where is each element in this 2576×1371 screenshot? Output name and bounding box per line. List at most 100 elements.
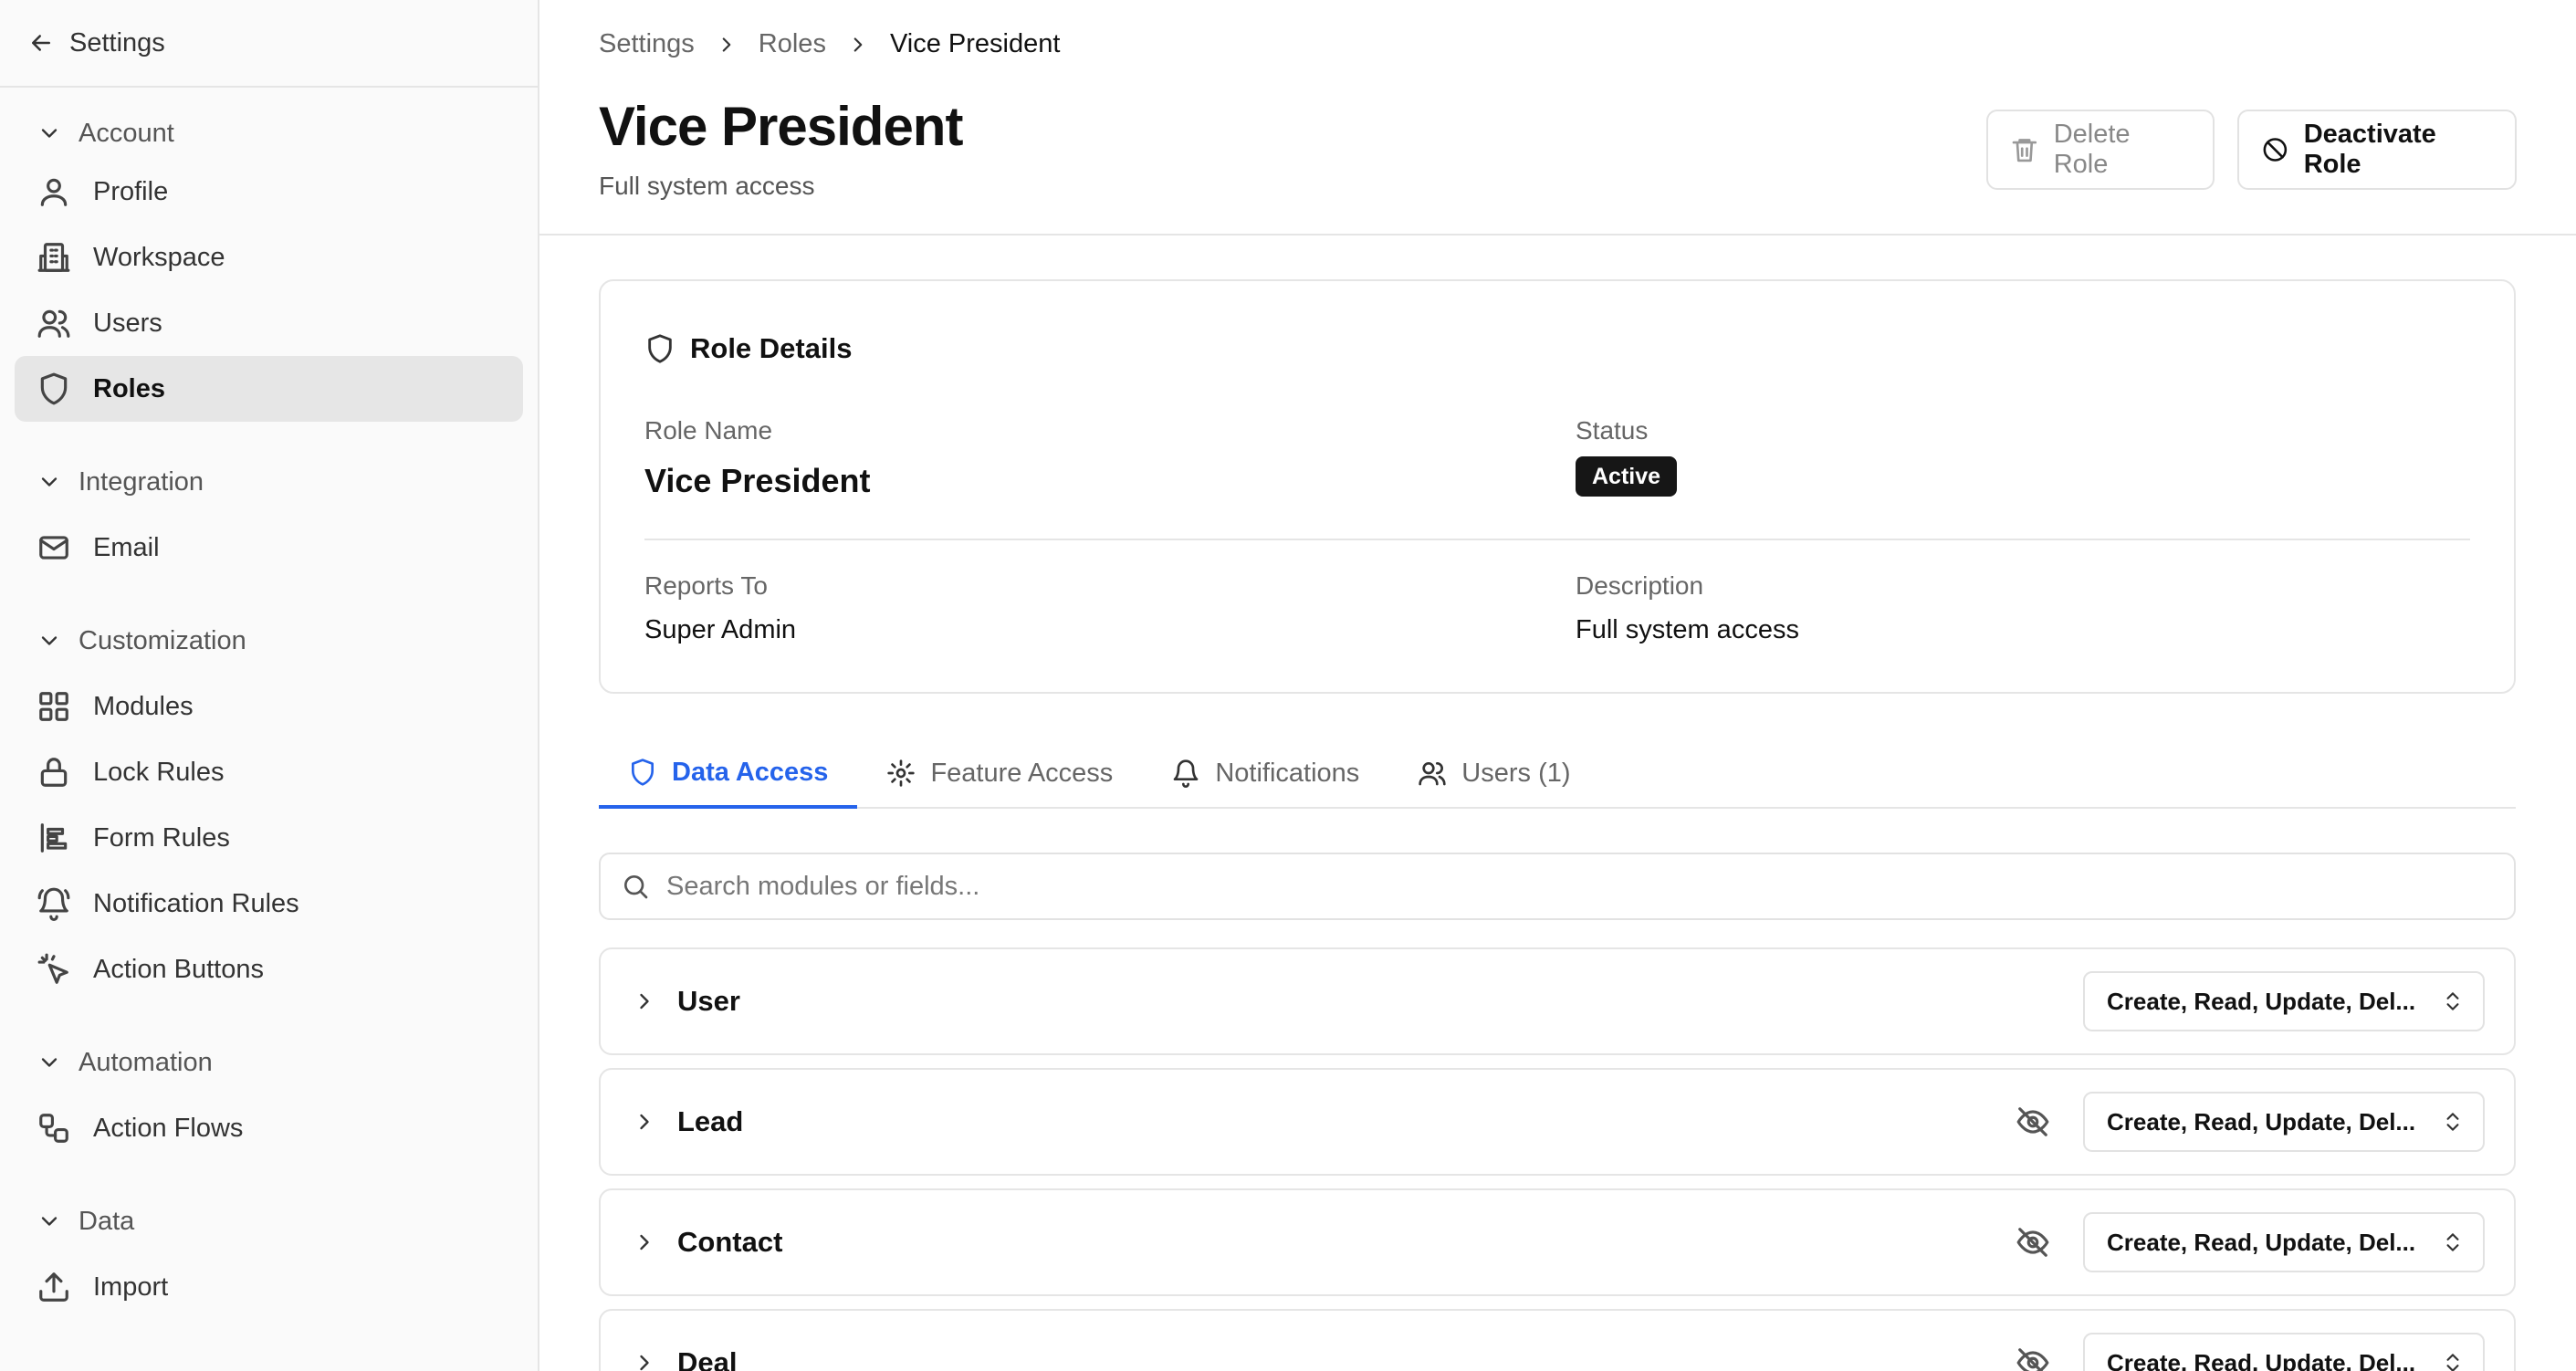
permission-select[interactable]: Create, Read, Update, Del...	[2083, 1092, 2485, 1152]
chevron-down-icon	[41, 636, 58, 645]
chevron-down-icon	[41, 477, 58, 487]
module-row-lead: Lead Create, Read, Update, Del...	[599, 1068, 2516, 1176]
sidebar-item-form-rules[interactable]: Form Rules	[15, 805, 523, 871]
module-label: Contact	[677, 1226, 783, 1258]
module-row-user: User Create, Read, Update, Del...	[599, 947, 2516, 1055]
sidebar-item-email[interactable]: Email	[15, 515, 523, 581]
chevron-right-icon[interactable]	[632, 1109, 657, 1135]
deactivate-role-button[interactable]: Deactivate Role	[2237, 110, 2517, 190]
tab-label: Notifications	[1215, 758, 1360, 788]
chevron-right-icon[interactable]	[632, 1350, 657, 1371]
sidebar-item-label: Form Rules	[93, 822, 230, 853]
sidebar-item-import[interactable]: Import	[15, 1254, 523, 1320]
sidebar-item-label: Import	[93, 1272, 169, 1302]
eye-off-icon[interactable]	[2016, 1104, 2050, 1139]
breadcrumb-roles[interactable]: Roles	[759, 29, 826, 59]
group-label: Automation	[79, 1047, 213, 1077]
breadcrumb: Settings Roles Vice President	[599, 29, 1060, 59]
role-name-label: Role Name	[644, 416, 773, 445]
grid-icon	[39, 692, 68, 721]
module-label: User	[677, 985, 740, 1017]
module-row-contact: Contact Create, Read, Update, Del...	[599, 1188, 2516, 1296]
permission-value: Create, Read, Update, Del...	[2107, 987, 2416, 1015]
sidebar-item-users[interactable]: Users	[15, 290, 523, 356]
sidebar-group-account[interactable]: Account	[0, 108, 538, 159]
sidebar-item-label: Profile	[93, 176, 169, 206]
tab-label: Feature Access	[930, 758, 1114, 788]
sidebar-group-data[interactable]: Data	[0, 1196, 538, 1247]
tab-label: Users (1)	[1461, 758, 1571, 788]
shield-icon	[632, 759, 654, 786]
chevron-right-icon	[853, 37, 863, 52]
delete-role-button[interactable]: Delete Role	[1986, 110, 2215, 190]
sidebar-item-label: Roles	[93, 373, 165, 403]
users-icon	[37, 309, 70, 338]
sidebar-group-integration[interactable]: Integration	[0, 456, 538, 508]
sidebar-item-label: Workspace	[93, 242, 225, 272]
upload-icon	[39, 1272, 68, 1302]
page-header: Settings Roles Vice President Vice Presi…	[539, 0, 2576, 235]
sidebar-item-modules[interactable]: Modules	[15, 674, 523, 739]
card-title-label: Role Details	[690, 332, 853, 364]
group-label: Integration	[79, 466, 204, 497]
chevron-down-icon	[41, 129, 58, 138]
chevron-down-icon	[41, 1058, 58, 1067]
description-label: Description	[1576, 571, 1704, 600]
sidebar-item-lock-rules[interactable]: Lock Rules	[15, 739, 523, 805]
permission-select[interactable]: Create, Read, Update, Del...	[2083, 971, 2485, 1031]
tab-data-access[interactable]: Data Access	[599, 739, 858, 809]
role-details-card: Role Details Role Name Vice President St…	[599, 279, 2516, 694]
description-value: Full system access	[1576, 615, 1799, 644]
sidebar-item-notification-rules[interactable]: Notification Rules	[15, 871, 523, 937]
users-icon	[1419, 762, 1446, 786]
permission-value: Create, Read, Update, Del...	[2107, 1107, 2416, 1136]
sidebar-item-label: Users	[93, 308, 162, 338]
tab-notifications[interactable]: Notifications	[1142, 739, 1388, 807]
page-subtitle: Full system access	[599, 172, 815, 200]
status-label: Status	[1576, 416, 1649, 445]
back-to-settings-button[interactable]: Settings	[0, 0, 538, 88]
sidebar-group-customization[interactable]: Customization	[0, 615, 538, 666]
bell-ring-icon	[37, 887, 70, 921]
trash-icon	[2012, 139, 2037, 162]
sidebar-item-action-buttons[interactable]: Action Buttons	[15, 937, 523, 1002]
permission-select[interactable]: Create, Read, Update, Del...	[2083, 1212, 2485, 1272]
status-badge: Active	[1576, 456, 1678, 497]
sidebar-item-label: Action Buttons	[93, 954, 264, 984]
chevrons-up-down-icon	[2446, 992, 2459, 1010]
sidebar-item-label: Action Flows	[93, 1113, 244, 1143]
divider	[644, 539, 2470, 540]
permission-value: Create, Read, Update, Del...	[2107, 1348, 2416, 1371]
tab-users[interactable]: Users (1)	[1388, 739, 1599, 807]
sidebar-item-action-flows[interactable]: Action Flows	[15, 1095, 523, 1161]
reports-to-label: Reports To	[644, 571, 768, 600]
search-icon	[624, 875, 648, 899]
sidebar-item-workspace[interactable]: Workspace	[15, 225, 523, 290]
gear-icon	[887, 759, 916, 787]
lock-icon	[40, 758, 68, 787]
module-label: Lead	[677, 1105, 744, 1137]
user-icon	[40, 178, 68, 206]
workflow-icon	[39, 1114, 68, 1143]
search-input[interactable]	[666, 871, 2514, 902]
sidebar-item-profile[interactable]: Profile	[15, 159, 523, 225]
eye-off-icon[interactable]	[2016, 1345, 2050, 1371]
sidebar-group-automation[interactable]: Automation	[0, 1037, 538, 1088]
breadcrumb-settings[interactable]: Settings	[599, 29, 695, 59]
chevron-right-icon[interactable]	[632, 989, 657, 1014]
permission-select[interactable]: Create, Read, Update, Del...	[2083, 1333, 2485, 1371]
chevron-right-icon	[722, 37, 731, 52]
arrow-left-icon	[32, 35, 50, 51]
sidebar-item-roles[interactable]: Roles	[15, 356, 523, 422]
eye-off-icon[interactable]	[2016, 1225, 2050, 1260]
group-label: Account	[79, 118, 174, 148]
reports-to-value: Super Admin	[644, 615, 797, 644]
card-title: Role Details	[644, 332, 852, 365]
ban-icon	[2263, 138, 2288, 162]
tab-feature-access[interactable]: Feature Access	[857, 739, 1142, 807]
chevron-down-icon	[41, 1217, 58, 1226]
shield-icon	[648, 334, 672, 363]
delete-role-label: Delete Role	[2053, 120, 2131, 179]
group-label: Customization	[79, 625, 246, 655]
chevron-right-icon[interactable]	[632, 1230, 657, 1255]
